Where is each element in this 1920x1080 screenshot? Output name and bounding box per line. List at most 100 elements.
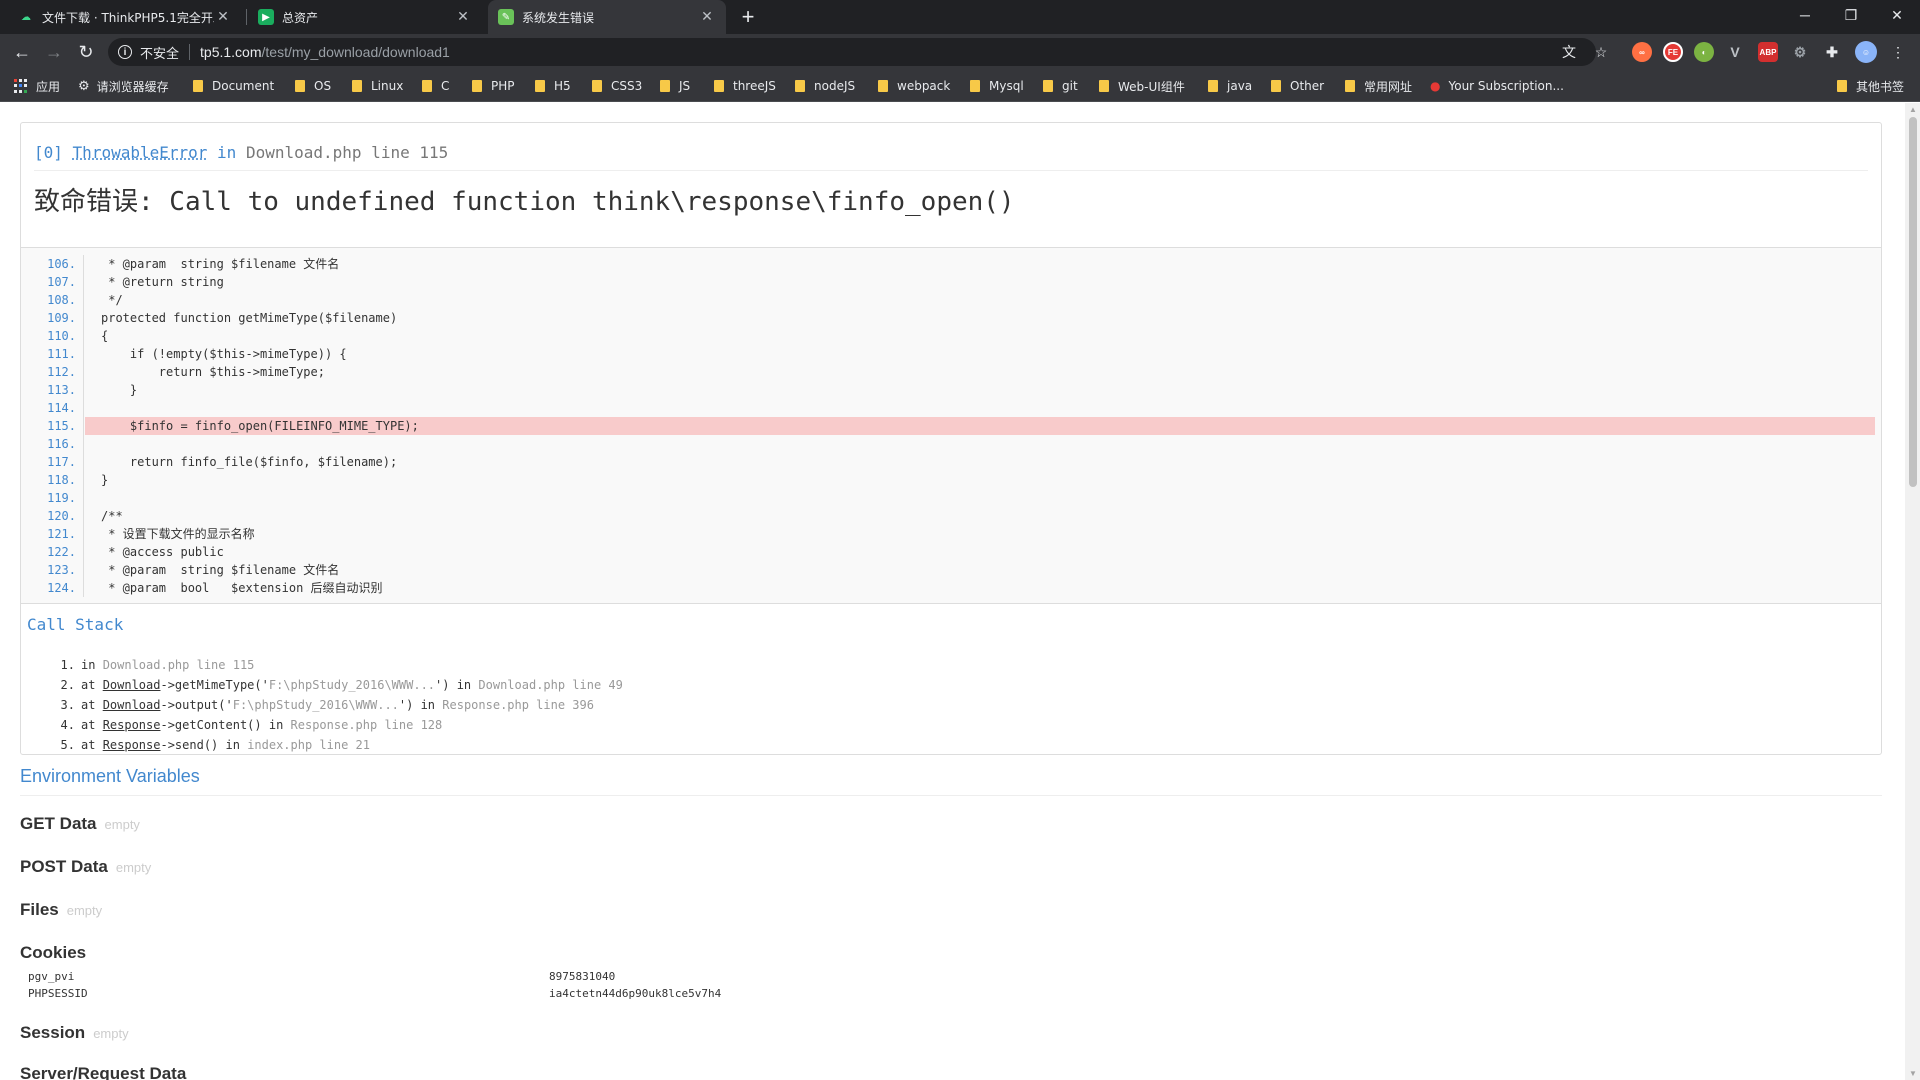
- class-link[interactable]: Response: [103, 738, 161, 752]
- translate-icon[interactable]: 文: [1559, 42, 1579, 62]
- scroll-up-icon[interactable]: ▲: [1909, 105, 1917, 114]
- address-bar[interactable]: i 不安全 tp5.1.com/test/my_download/downloa…: [108, 38, 1596, 66]
- settings-gear-icon[interactable]: ⚙: [1790, 42, 1810, 62]
- empty-label: empty: [104, 817, 140, 832]
- bookmark-folder[interactable]: git: [1043, 77, 1078, 95]
- source-line: 114.: [21, 399, 1881, 417]
- bookmark-other[interactable]: 其他书签: [1837, 77, 1904, 95]
- new-tab-button[interactable]: +: [735, 4, 761, 30]
- line-number: 112.: [47, 365, 76, 379]
- exception-panel: [0] ThrowableError in Download.php line …: [20, 122, 1882, 755]
- adblock-icon[interactable]: ABP: [1758, 42, 1778, 62]
- file-reference: Response.php line 396: [442, 698, 594, 712]
- vue-devtools-icon[interactable]: V: [1725, 42, 1745, 62]
- restore-button[interactable]: ❐: [1828, 0, 1874, 30]
- bookmark-folder[interactable]: Other: [1271, 77, 1324, 95]
- avatar[interactable]: ☺: [1855, 41, 1877, 63]
- stack-number: 1.: [60, 658, 75, 672]
- leaf-icon: ✎: [498, 9, 514, 25]
- code-text: protected function getMimeType($filename…: [101, 311, 398, 325]
- extension-icon[interactable]: ∞: [1632, 42, 1652, 62]
- security-label[interactable]: 不安全: [140, 43, 179, 62]
- call-stack-item: 3. at Download->output('F:\phpStudy_2016\…: [55, 695, 623, 715]
- folder-icon: [352, 80, 362, 92]
- star-icon[interactable]: ☆: [1591, 42, 1611, 62]
- back-button[interactable]: ←: [8, 38, 36, 66]
- url-path: /test/my_download/download1: [261, 44, 450, 60]
- close-icon[interactable]: ✕: [454, 8, 472, 26]
- error-class-link[interactable]: ThrowableError: [73, 143, 208, 162]
- folder-icon: [970, 80, 980, 92]
- code-text: /**: [101, 509, 123, 523]
- source-lines: 106. * @param string $filename 文件名 107. *…: [21, 255, 1881, 597]
- bookmark-subscription[interactable]: ● Your Subscription...: [1430, 77, 1564, 95]
- line-number: 121.: [47, 527, 76, 541]
- stack-text: ') in: [435, 678, 479, 692]
- cookie-row: PHPSESSID ia4ctetn44d6p90uk8lce5v7h4: [28, 987, 721, 1003]
- gutter-divider: [83, 255, 84, 273]
- gutter-divider: [83, 453, 84, 471]
- class-link[interactable]: Response: [103, 718, 161, 732]
- code-text: * @return string: [101, 275, 224, 289]
- env-cookies: Cookies: [20, 943, 86, 963]
- folder-icon: [1837, 80, 1847, 92]
- bookmark-folder[interactable]: Linux: [352, 77, 403, 95]
- youtube-icon: ●: [1430, 79, 1441, 93]
- gutter-divider: [83, 345, 84, 363]
- bookmark-folder[interactable]: Mysql: [970, 77, 1024, 95]
- bookmark-folder[interactable]: Web-UI组件: [1099, 77, 1185, 95]
- tab-file-download[interactable]: ☁ 文件下载 · ThinkPHP5.1完全开发 ✕: [8, 0, 242, 34]
- folder-icon: [1208, 80, 1218, 92]
- folder-icon: [295, 80, 305, 92]
- stack-number: 3.: [60, 698, 75, 712]
- bookmark-folder[interactable]: 常用网址: [1345, 77, 1412, 95]
- scroll-thumb[interactable]: [1909, 117, 1917, 487]
- bookmark-folder[interactable]: H5: [535, 77, 571, 95]
- menu-dots-icon[interactable]: ⋮: [1888, 42, 1908, 62]
- fe-extension-icon[interactable]: FE: [1663, 42, 1683, 62]
- bookmark-folder[interactable]: OS: [295, 77, 331, 95]
- close-window-button[interactable]: ✕: [1874, 0, 1920, 30]
- bookmark-folder[interactable]: PHP: [472, 77, 515, 95]
- source-line: 112. return $this->mimeType;: [21, 363, 1881, 381]
- line-number: 123.: [47, 563, 76, 577]
- line-number: 115.: [47, 419, 76, 433]
- bookmark-folder[interactable]: C: [422, 77, 449, 95]
- minimize-button[interactable]: ─: [1782, 0, 1828, 30]
- gutter-divider: [83, 579, 84, 597]
- code-text: {: [101, 329, 109, 343]
- bookmark-clear-cache[interactable]: ⚙ 请浏览器缓存: [78, 77, 169, 95]
- class-link[interactable]: Download: [103, 698, 161, 712]
- close-icon[interactable]: ✕: [698, 8, 716, 26]
- page-scrollbar[interactable]: ▲ ▼: [1905, 103, 1920, 1080]
- bookmark-folder[interactable]: CSS3: [592, 77, 642, 95]
- bookmark-apps[interactable]: 应用: [14, 77, 60, 95]
- bookmark-label: threeJS: [733, 79, 776, 93]
- green-app-icon: ▶: [258, 9, 274, 25]
- bookmark-label: Other: [1290, 79, 1325, 93]
- scroll-down-icon[interactable]: ▼: [1909, 1069, 1917, 1078]
- line-number: 107.: [47, 275, 76, 289]
- bookmark-folder[interactable]: java: [1208, 77, 1252, 95]
- class-link[interactable]: Download: [103, 678, 161, 692]
- info-icon[interactable]: i: [118, 45, 132, 59]
- bookmark-folder[interactable]: webpack: [878, 77, 950, 95]
- color-picker-icon[interactable]: ◐: [1694, 42, 1714, 62]
- bookmark-folder[interactable]: nodeJS: [795, 77, 855, 95]
- source-line: 123. * @param string $filename 文件名: [21, 561, 1881, 579]
- cookie-name: pgv_pvi: [28, 970, 75, 983]
- gutter-divider: [83, 417, 84, 435]
- tab-total-assets[interactable]: ▶ 总资产 ✕: [248, 0, 482, 34]
- puzzle-icon[interactable]: ✚: [1822, 42, 1842, 62]
- bookmark-folder[interactable]: JS: [660, 77, 690, 95]
- tab-system-error[interactable]: ✎ 系统发生错误 ✕: [488, 0, 726, 34]
- line-number: 117.: [47, 455, 76, 469]
- reload-button[interactable]: ↻: [72, 38, 100, 66]
- bookmark-label: java: [1227, 79, 1253, 93]
- close-icon[interactable]: ✕: [214, 8, 232, 26]
- bookmark-folder[interactable]: threeJS: [714, 77, 776, 95]
- line-number: 119.: [47, 491, 76, 505]
- stack-text: at: [81, 738, 103, 752]
- bookmark-folder[interactable]: Document: [193, 77, 274, 95]
- forward-button[interactable]: →: [40, 38, 68, 66]
